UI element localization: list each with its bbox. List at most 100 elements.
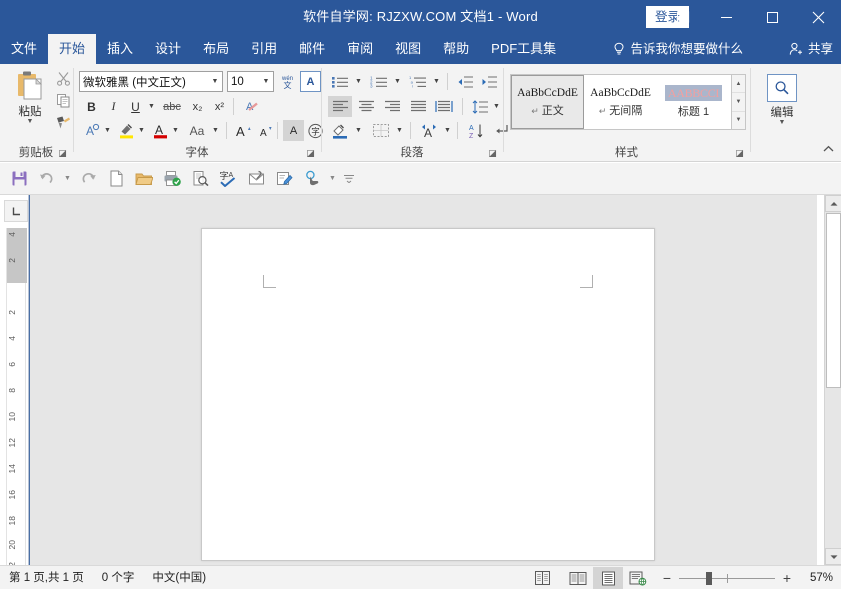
tab-view[interactable]: 视图 bbox=[384, 34, 432, 64]
font-name-chevron-down-icon[interactable]: ▼ bbox=[208, 72, 222, 91]
underline-button[interactable]: U bbox=[125, 96, 146, 117]
shading-chevron-down-icon[interactable]: ▼ bbox=[353, 120, 364, 141]
shading-button[interactable] bbox=[328, 120, 352, 141]
clipboard-dialog-launcher[interactable]: ◪ bbox=[57, 148, 68, 159]
document-page[interactable] bbox=[201, 228, 655, 561]
qat-undo-dropdown[interactable]: ▼ bbox=[62, 166, 73, 192]
zoom-level-label[interactable]: 57% bbox=[799, 572, 833, 584]
qat-quick-print[interactable] bbox=[159, 166, 185, 192]
tab-stop-selector[interactable] bbox=[4, 200, 28, 222]
word-count[interactable]: 0 个字 bbox=[93, 566, 144, 589]
tab-insert[interactable]: 插入 bbox=[96, 34, 144, 64]
qat-touch-dropdown[interactable]: ▼ bbox=[327, 166, 338, 192]
subscript-button[interactable]: x₂ bbox=[187, 96, 208, 117]
styles-scroll-down-icon[interactable]: ▼ bbox=[732, 93, 745, 111]
qat-undo[interactable] bbox=[34, 166, 60, 192]
tab-home[interactable]: 开始 bbox=[48, 34, 96, 64]
tab-pdf-toolkit[interactable]: PDF工具集 bbox=[480, 34, 567, 64]
vertical-ruler[interactable]: 4 2 2 4 6 8 10 12 14 16 18 20 22 bbox=[6, 228, 26, 565]
line-spacing-button[interactable] bbox=[469, 96, 491, 117]
ribbon-display-options-button[interactable] bbox=[663, 0, 703, 34]
paste-button[interactable]: 粘贴 ▼ bbox=[8, 68, 52, 136]
decrease-indent-button[interactable] bbox=[454, 71, 476, 92]
styles-gallery[interactable]: AaBbCcDdE ↵ 正文 AaBbCcDdE ↵ 无间隔 AABBCCI 标 bbox=[510, 74, 732, 130]
page-indicator[interactable]: 第 1 页,共 1 页 bbox=[0, 566, 93, 589]
borders-button[interactable] bbox=[369, 120, 393, 141]
styles-scroll-up-icon[interactable]: ▲ bbox=[732, 75, 745, 93]
tab-help[interactable]: 帮助 bbox=[432, 34, 480, 64]
text-effects-chevron-down-icon[interactable]: ▼ bbox=[102, 120, 113, 141]
highlight-chevron-down-icon[interactable]: ▼ bbox=[136, 120, 147, 141]
zoom-slider[interactable] bbox=[679, 570, 775, 586]
bullets-chevron-down-icon[interactable]: ▼ bbox=[353, 71, 364, 92]
document-canvas[interactable] bbox=[28, 195, 817, 565]
paste-dropdown-arrow-icon[interactable]: ▼ bbox=[27, 119, 34, 125]
tab-review[interactable]: 审阅 bbox=[336, 34, 384, 64]
font-color-chevron-down-icon[interactable]: ▼ bbox=[170, 120, 181, 141]
shrink-font-button[interactable]: A bbox=[255, 120, 276, 141]
grow-font-button[interactable]: A bbox=[233, 120, 254, 141]
styles-more-icon[interactable]: ▼ bbox=[732, 112, 745, 129]
proofing-status-button[interactable] bbox=[527, 567, 557, 589]
qat-open[interactable] bbox=[131, 166, 157, 192]
view-print-layout[interactable] bbox=[593, 567, 623, 589]
editing-dropdown-arrow-icon[interactable]: ▼ bbox=[779, 120, 786, 126]
numbering-button[interactable]: 1 2 3 bbox=[367, 71, 391, 92]
text-highlight-button[interactable] bbox=[116, 120, 137, 141]
asian-layout-button[interactable]: A bbox=[417, 120, 441, 141]
clear-formatting-button[interactable]: A bbox=[240, 96, 261, 117]
minimize-button[interactable] bbox=[703, 0, 749, 34]
maximize-button[interactable] bbox=[749, 0, 795, 34]
character-shading-button[interactable]: A bbox=[283, 120, 304, 141]
language-indicator[interactable]: 中文(中国) bbox=[143, 566, 215, 589]
tab-design[interactable]: 设计 bbox=[144, 34, 192, 64]
numbering-chevron-down-icon[interactable]: ▼ bbox=[392, 71, 403, 92]
text-effects-button[interactable]: A bbox=[81, 120, 102, 141]
scroll-up-button[interactable] bbox=[825, 195, 841, 212]
justify-button[interactable] bbox=[406, 96, 430, 117]
style-item-heading1[interactable]: AABBCCI 标题 1 bbox=[657, 75, 730, 129]
tab-mailings[interactable]: 邮件 bbox=[288, 34, 336, 64]
share-button[interactable]: 共享 bbox=[789, 34, 833, 64]
tell-me-search[interactable]: 告诉我你想要做什么 bbox=[613, 34, 743, 64]
bold-button[interactable]: B bbox=[81, 96, 102, 117]
qat-save[interactable] bbox=[6, 166, 32, 192]
editing-button[interactable]: 编辑 ▼ bbox=[761, 70, 803, 136]
view-web-layout[interactable] bbox=[623, 567, 653, 589]
increase-indent-button[interactable] bbox=[478, 71, 500, 92]
zoom-out-button[interactable]: − bbox=[661, 570, 673, 586]
qat-customize[interactable] bbox=[340, 166, 358, 192]
qat-email[interactable] bbox=[243, 166, 269, 192]
view-read-mode[interactable] bbox=[563, 567, 593, 589]
asian-layout-chevron-down-icon[interactable]: ▼ bbox=[442, 120, 453, 141]
font-name-combobox[interactable]: 微软雅黑 (中文正文) ▼ bbox=[79, 71, 223, 92]
tab-layout[interactable]: 布局 bbox=[192, 34, 240, 64]
strikethrough-button[interactable]: abc bbox=[159, 96, 185, 117]
paragraph-dialog-launcher[interactable]: ◪ bbox=[487, 148, 498, 159]
font-size-chevron-down-icon[interactable]: ▼ bbox=[259, 72, 273, 91]
scroll-down-button[interactable] bbox=[825, 548, 841, 565]
italic-button[interactable]: I bbox=[103, 96, 124, 117]
zoom-control[interactable]: − + 57% bbox=[653, 570, 841, 586]
borders-chevron-down-icon[interactable]: ▼ bbox=[394, 120, 405, 141]
change-case-button[interactable]: Aa bbox=[184, 120, 210, 141]
qat-redo[interactable] bbox=[75, 166, 101, 192]
superscript-button[interactable]: x² bbox=[209, 96, 230, 117]
qat-print-preview[interactable] bbox=[187, 166, 213, 192]
close-button[interactable] bbox=[795, 0, 841, 34]
qat-touch-mode[interactable] bbox=[299, 166, 325, 192]
multilevel-list-button[interactable]: 1 a i bbox=[406, 71, 430, 92]
align-right-button[interactable] bbox=[380, 96, 404, 117]
font-dialog-launcher[interactable]: ◪ bbox=[305, 148, 316, 159]
font-color-button[interactable]: A bbox=[150, 120, 171, 141]
styles-dialog-launcher[interactable]: ◪ bbox=[734, 148, 745, 159]
distribute-text-button[interactable] bbox=[432, 96, 456, 117]
line-spacing-chevron-down-icon[interactable]: ▼ bbox=[491, 96, 502, 117]
scrollbar-thumb[interactable] bbox=[826, 213, 841, 388]
zoom-in-button[interactable]: + bbox=[781, 570, 793, 586]
align-center-button[interactable] bbox=[354, 96, 378, 117]
character-border-button[interactable]: A bbox=[300, 71, 321, 92]
tab-references[interactable]: 引用 bbox=[240, 34, 288, 64]
tab-file[interactable]: 文件 bbox=[0, 34, 48, 64]
sort-button[interactable]: A Z bbox=[464, 120, 488, 141]
